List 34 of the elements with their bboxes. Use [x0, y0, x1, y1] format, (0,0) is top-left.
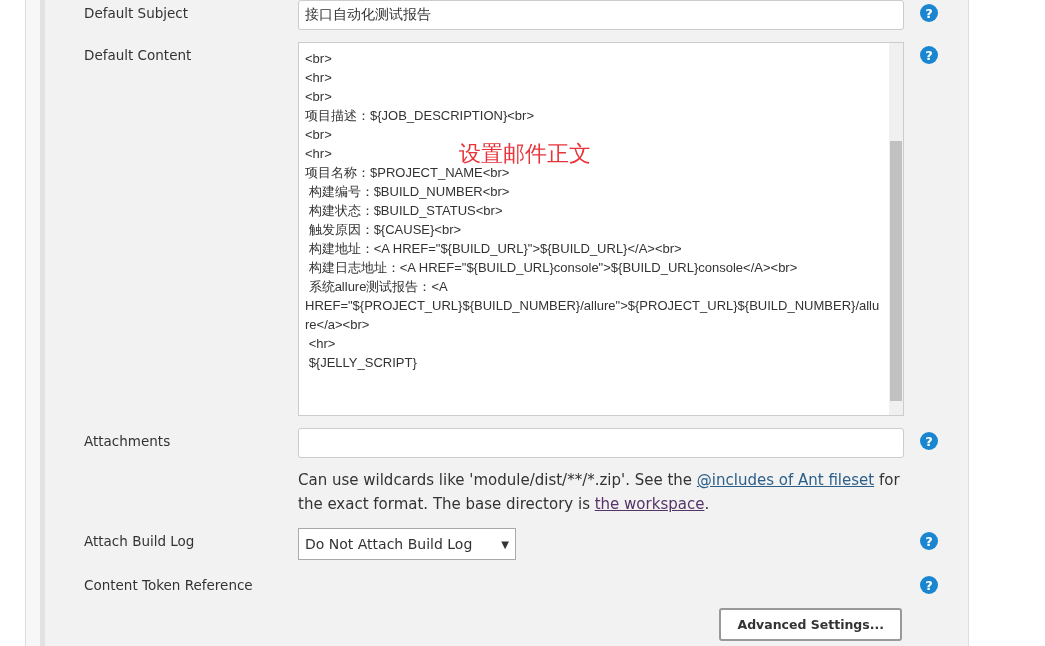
help-icon[interactable]: ?: [920, 4, 938, 22]
workspace-link[interactable]: the workspace: [594, 495, 705, 513]
code-line: 触发原因：${CAUSE}<br>: [307, 221, 462, 239]
code-line: <br>: [305, 50, 332, 68]
code-line: 项目描述：${JOB_DESCRIPTION}<br>: [305, 107, 534, 125]
code-line: <hr>: [305, 69, 332, 87]
field-label: Default Subject: [84, 4, 190, 23]
build-log-dropdown[interactable]: Do Not Attach Build Log ▼: [298, 528, 516, 560]
field-label: Content Token Reference: [84, 576, 254, 594]
ant-fileset-link[interactable]: @includes of Ant fileset: [696, 471, 875, 489]
code-line: <hr>: [307, 335, 336, 353]
code-line: <br>: [305, 88, 332, 106]
help-icon[interactable]: ?: [920, 46, 938, 64]
text-field[interactable]: 接口自动化测试报告: [298, 0, 904, 30]
help-icon[interactable]: ?: [920, 532, 938, 550]
dropdown-caret-icon: ▼: [501, 538, 509, 550]
help-icon[interactable]: ?: [920, 432, 938, 450]
code-line: 构建日志地址：<A HREF="${BUILD_URL}console">${BUILD_URL}console</A><br>: [307, 259, 798, 277]
help-icon[interactable]: ?: [920, 576, 938, 594]
help-text: Can use wildcards like 'module/dist/**/*.zip'. See the @includes of Ant fileset for the exact format. The base directory is the workspace.: [298, 470, 901, 515]
code-line: ${JELLY_SCRIPT}: [307, 354, 417, 372]
code-line: 构建状态：$BUILD_STATUS<br>: [307, 202, 503, 220]
code-line: <hr>: [305, 145, 332, 163]
text-field[interactable]: [298, 428, 904, 458]
content-textarea[interactable]: [298, 42, 904, 416]
advanced-settings-button[interactable]: Advanced Settings...: [719, 608, 902, 641]
field-label: Attach Build Log: [84, 532, 196, 551]
field-label: Attachments: [84, 432, 172, 451]
code-line: 构建编号：$BUILD_NUMBER<br>: [307, 183, 510, 201]
code-line: 系统allure测试报告：<A HREF="${PROJECT_URL}${BUILD_NUMBER}/allure">${PROJECT_URL}${BUILD_NUMBER}/allure</a><br>: [305, 278, 881, 334]
code-line: <br>: [305, 126, 332, 144]
scrollbar[interactable]: [889, 43, 903, 415]
field-label: Default Content: [84, 46, 193, 65]
code-line: 构建地址：<A HREF="${BUILD_URL}">${BUILD_URL}</A><br>: [307, 240, 682, 258]
